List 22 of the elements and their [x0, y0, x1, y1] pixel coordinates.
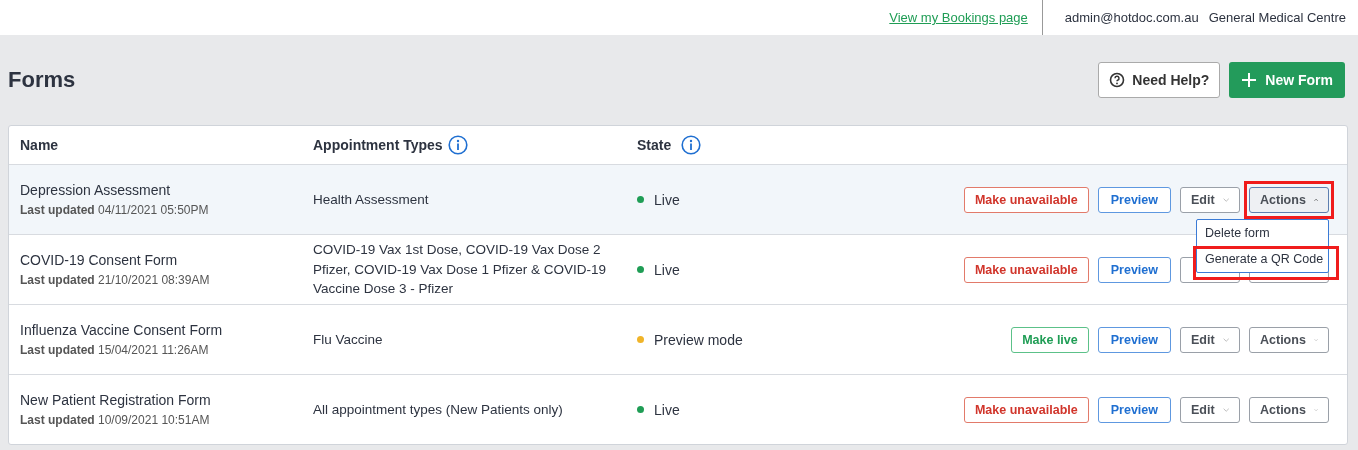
appointment-types: All appointment types (New Patients only): [313, 400, 564, 419]
page-title: Forms: [8, 66, 76, 93]
form-name: Depression Assessment: [20, 182, 171, 198]
last-updated: Last updated 04/11/2021 05:50PM: [20, 203, 209, 217]
form-name: COVID-19 Consent Form: [20, 252, 178, 268]
last-updated: Last updated 21/10/2021 08:39AM: [20, 273, 210, 287]
state-label: Preview mode: [654, 331, 743, 348]
last-updated: Last updated 15/04/2021 11:26AM: [20, 343, 209, 357]
form-name: Influenza Vaccine Consent Form: [20, 322, 223, 338]
state-label: Live: [654, 261, 680, 278]
state-label: Live: [654, 191, 680, 208]
last-updated: Last updated 10/09/2021 10:51AM: [20, 413, 210, 427]
column-header: State: [637, 137, 672, 153]
form-name: New Patient Registration Form: [20, 392, 211, 408]
user-email: admin@hotdoc.com.au: [1064, 10, 1199, 25]
column-header: Name: [20, 137, 59, 153]
appointment-types: Health Assessment: [313, 190, 430, 209]
column-header: Appointment Types: [313, 137, 443, 153]
clinic-name: General Medical Centre: [1208, 10, 1346, 25]
state-label: Live: [654, 401, 680, 418]
appointment-types: Flu Vaccine: [313, 330, 384, 349]
appointment-types: COVID-19 Vax 1st Dose, COVID-19 Vax Dose 2 Pfizer, COVID-19 Vax Dose 1 Pfizer & COVID-19 Vaccine Dose 3 - Pfizer: [313, 241, 608, 299]
